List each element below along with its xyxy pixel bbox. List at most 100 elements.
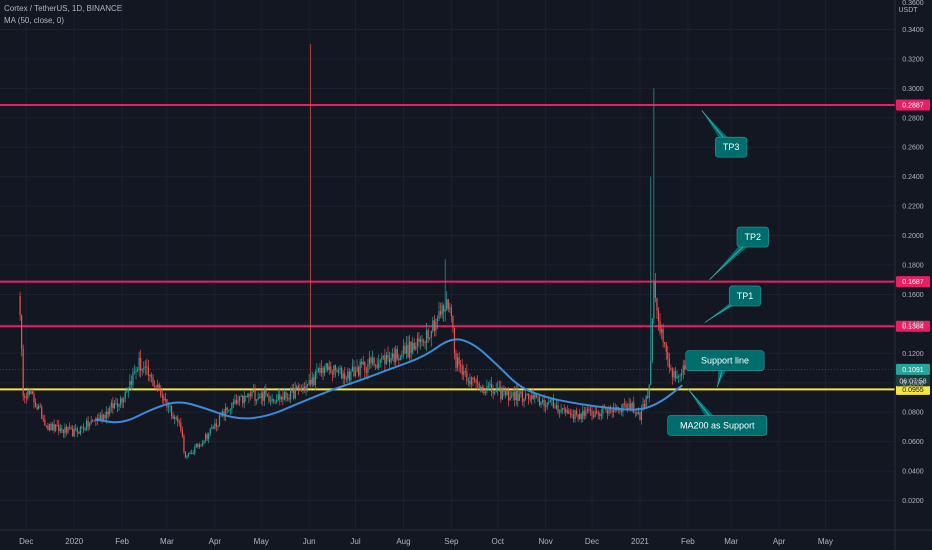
candle-body <box>575 410 578 415</box>
chart-canvas[interactable]: 0.28870.16870.13840.09550.109106:07:58 T… <box>0 0 932 550</box>
candle-body <box>487 385 490 387</box>
candle-body <box>351 366 354 372</box>
candle-body <box>645 396 647 407</box>
candle-body <box>509 396 511 401</box>
candle-body <box>319 367 321 373</box>
candle-body <box>99 414 102 420</box>
candle-body <box>362 362 364 365</box>
candle-body <box>92 420 94 422</box>
indicator-legend[interactable]: MA (50, close, 0) <box>4 16 64 25</box>
candle-body <box>367 364 369 373</box>
candle-body <box>679 375 681 377</box>
candle-body <box>424 342 426 344</box>
candle-body <box>130 381 132 385</box>
candle-body <box>498 387 500 389</box>
candle-body <box>449 307 451 309</box>
candle-body <box>430 330 432 338</box>
candle-body <box>70 427 72 429</box>
candle-body <box>412 342 414 353</box>
y-tick-label: 0.3200 <box>902 56 924 63</box>
candle-body <box>486 386 488 392</box>
candle-body <box>283 392 286 400</box>
candle-body <box>475 380 477 383</box>
candle-body <box>310 380 312 385</box>
candle-body <box>55 424 57 431</box>
candle-body <box>577 414 579 419</box>
candle-body <box>197 443 199 447</box>
candle-body <box>407 344 409 358</box>
candle-body <box>381 356 383 360</box>
candle-body <box>252 390 255 392</box>
candle-body <box>591 410 593 416</box>
candle-body <box>192 453 194 455</box>
axis-top-label: 0.3600 <box>902 0 924 7</box>
candle-body <box>419 339 422 343</box>
candle-body <box>350 371 352 381</box>
candle-body <box>245 395 247 397</box>
candle-body <box>625 404 627 408</box>
candle-body <box>512 392 514 396</box>
candle-body <box>390 358 392 363</box>
candle-body <box>520 391 522 395</box>
candle-body <box>348 371 350 381</box>
candle-body <box>439 311 442 315</box>
candle-body <box>169 406 171 407</box>
y-tick-label: 0.0600 <box>902 439 924 446</box>
callout-text: Support line <box>701 356 749 366</box>
candle-body <box>358 367 360 376</box>
candle-body <box>501 391 503 400</box>
candle-body <box>426 330 428 343</box>
candle-body <box>560 409 562 413</box>
candle-body <box>228 409 230 411</box>
candle-body <box>597 412 599 415</box>
candle-body <box>84 429 86 431</box>
candle-body <box>211 427 213 429</box>
candle-body <box>133 371 136 373</box>
y-tick-label: 0.2000 <box>902 233 924 240</box>
candle-body <box>538 396 541 406</box>
candle-body <box>506 389 508 396</box>
candle-body <box>266 394 269 396</box>
candle-body <box>630 403 632 410</box>
candle-body <box>303 387 306 391</box>
candle-body <box>242 396 244 404</box>
candle-body <box>135 371 137 373</box>
candle-body <box>311 377 313 385</box>
candle-body <box>107 411 109 415</box>
candle-body <box>461 366 463 375</box>
candle-body <box>388 358 391 363</box>
candle-body <box>370 357 372 364</box>
candle-body <box>529 398 531 400</box>
candle-body <box>62 429 64 434</box>
candle-body <box>238 396 241 402</box>
candle-body <box>36 406 38 409</box>
candle-body <box>628 403 630 409</box>
candle-body <box>34 402 37 407</box>
candle-body <box>623 403 626 405</box>
candle-body <box>599 414 601 416</box>
candle-body <box>217 425 219 427</box>
candle <box>183 433 185 455</box>
y-tick-label: 0.0200 <box>902 498 924 505</box>
x-tick-label: Mar <box>160 537 174 546</box>
candle-body <box>579 413 581 419</box>
candle-body <box>545 406 547 408</box>
candle-body <box>466 371 468 382</box>
candle-body <box>446 299 448 310</box>
candle-body <box>106 411 108 419</box>
y-tick-label: 0.1400 <box>902 321 924 328</box>
y-tick-label: 0.3400 <box>902 27 924 34</box>
candle-body <box>565 409 567 413</box>
candle-body <box>260 392 262 399</box>
candle-body <box>123 398 125 403</box>
candle-body <box>53 424 55 431</box>
candle-body <box>643 403 646 407</box>
candle <box>218 414 221 427</box>
candle-body <box>65 427 68 433</box>
candle-body <box>300 388 303 391</box>
candle-body <box>141 369 143 371</box>
candle-body <box>246 396 248 398</box>
candle-body <box>163 397 165 401</box>
candle-body <box>563 408 565 410</box>
candle-body <box>356 367 358 371</box>
